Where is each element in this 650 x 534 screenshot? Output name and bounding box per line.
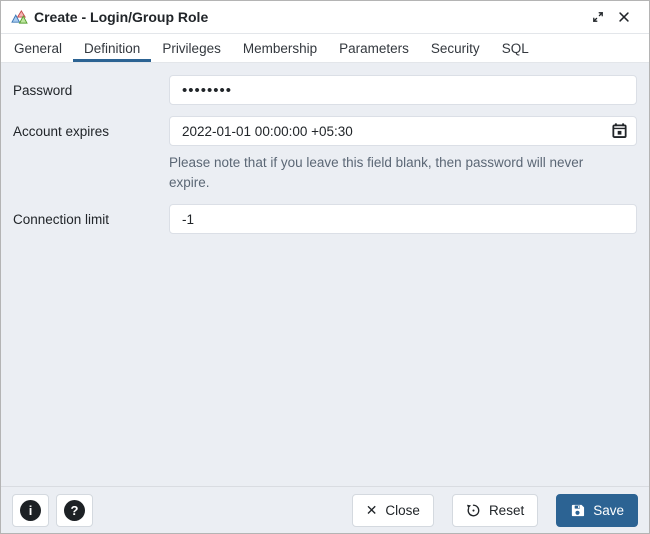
reset-button-label: Reset (488, 502, 525, 518)
password-label: Password (13, 82, 73, 98)
maximize-icon[interactable] (585, 4, 611, 30)
login-group-role-icon (11, 9, 28, 25)
tab-membership[interactable]: Membership (232, 34, 328, 62)
save-icon (570, 503, 585, 518)
close-icon[interactable] (611, 4, 637, 30)
help-button[interactable]: ? (56, 493, 93, 527)
dialog-title: Create - Login/Group Role (34, 9, 209, 25)
password-row: Password (13, 75, 637, 105)
tab-parameters[interactable]: Parameters (328, 34, 420, 62)
close-x-icon: ✕ (365, 502, 378, 518)
account-expires-input[interactable] (169, 116, 637, 146)
tab-privileges[interactable]: Privileges (151, 34, 232, 62)
reset-icon (466, 503, 481, 518)
create-login-group-role-dialog: Create - Login/Group Role General Defini… (0, 0, 650, 534)
footer-bar: i ? ✕ Close Reset Save (1, 486, 649, 533)
password-input[interactable] (169, 75, 637, 105)
password-expire-note: Please note that if you leave this field… (169, 155, 584, 190)
tab-security[interactable]: Security (420, 34, 491, 62)
help-icon: ? (64, 499, 85, 521)
reset-button[interactable]: Reset (451, 493, 539, 527)
close-button-label: Close (385, 502, 420, 518)
info-icon: i (20, 499, 41, 521)
password-note-row: Please note that if you leave this field… (13, 153, 637, 193)
title-bar: Create - Login/Group Role (1, 1, 649, 34)
close-button[interactable]: ✕ Close (351, 493, 434, 527)
connection-limit-label: Connection limit (13, 211, 110, 227)
calendar-icon[interactable] (611, 123, 628, 140)
account-expires-row: Account expires (13, 116, 637, 146)
tab-sql[interactable]: SQL (491, 34, 540, 62)
definition-panel: Password Account expires 2022-01-01 00:0… (1, 63, 649, 486)
tab-definition[interactable]: Definition (73, 34, 152, 62)
connection-limit-input[interactable] (169, 204, 637, 234)
account-expires-label: Account expires (13, 123, 110, 139)
info-button[interactable]: i (12, 493, 49, 527)
save-button-label: Save (593, 502, 624, 518)
tab-general[interactable]: General (3, 34, 73, 62)
connection-limit-row: Connection limit (13, 204, 637, 234)
save-button[interactable]: Save (556, 493, 638, 527)
tab-bar: General Definition Privileges Membership… (1, 34, 649, 63)
